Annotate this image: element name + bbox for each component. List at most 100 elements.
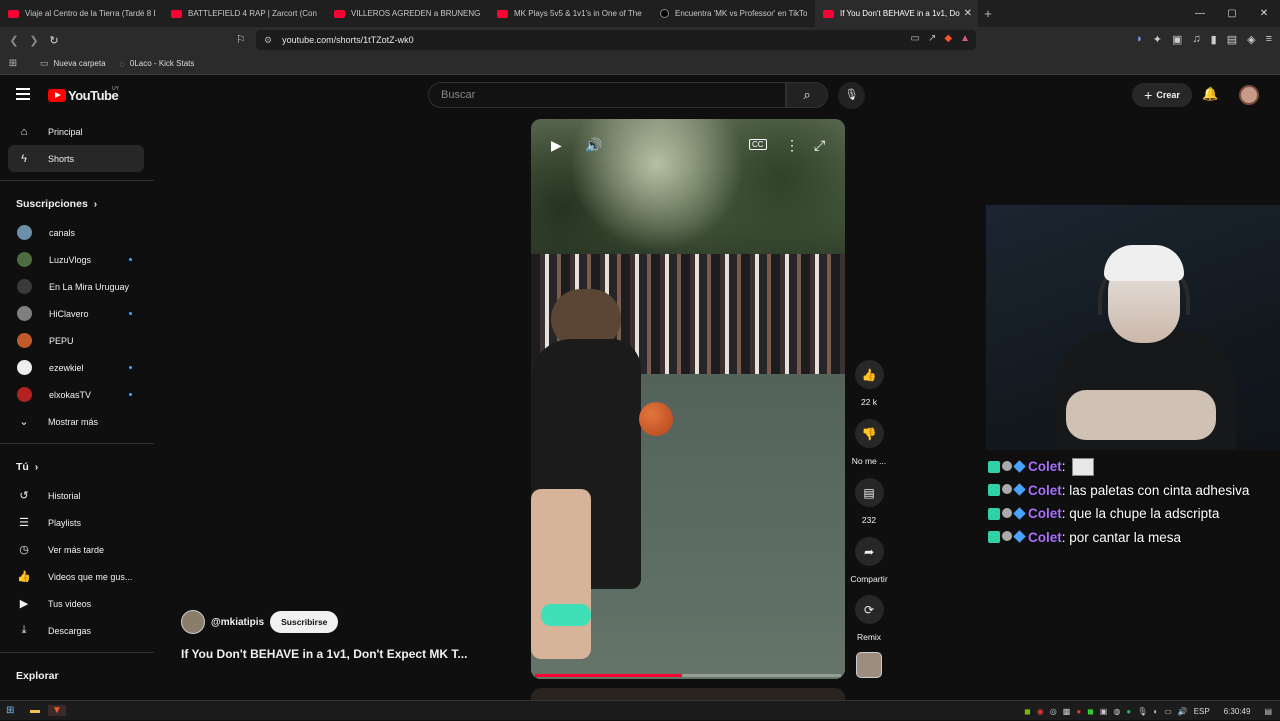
tray-language[interactable]: ESP <box>1194 707 1210 716</box>
sidebar-item-ver-m-s-tarde[interactable]: ◷ Ver más tarde <box>0 536 154 563</box>
short-video-player[interactable]: ▶ 🔊 CC ⋮ ⤢ <box>531 119 845 679</box>
youtube-logo[interactable]: YouTube UY <box>48 86 119 103</box>
action-remix[interactable]: ⟳ Remix <box>846 595 892 642</box>
translate-icon[interactable]: ◗ <box>1136 33 1143 46</box>
comment-icon[interactable]: ▤ <box>854 478 884 507</box>
channel-handle[interactable]: @mkiatipis <box>211 617 264 628</box>
sidebar-item-tus-videos[interactable]: ▶ Tus videos <box>0 590 154 617</box>
browser-tab[interactable]: MK Plays 5v5 & 1v1's in One of The M <box>489 0 652 27</box>
subscription-item[interactable]: LuzuVlogs <box>0 246 154 273</box>
video-progress-bar[interactable] <box>535 674 841 677</box>
brave-browser-icon[interactable]: ▼ <box>48 705 66 716</box>
tray-microphone-icon[interactable]: 🎙 <box>1137 707 1147 716</box>
site-info-icon[interactable]: ⚙ <box>264 35 272 46</box>
url-box[interactable]: ⚙ youtube.com/shorts/1tTZotZ-wk0 ▭ ↗ ◆ ▲ <box>256 30 976 50</box>
apps-grid-icon[interactable]: ⊞ <box>0 58 26 69</box>
close-tab-icon[interactable]: ✕ <box>964 8 972 19</box>
captions-icon[interactable]: CC <box>749 139 767 150</box>
tray-app-icon[interactable]: ◼ <box>1087 707 1094 716</box>
bookmark-icon[interactable]: ⚐ <box>236 33 246 46</box>
browser-tab[interactable]: BATTLEFIELD 4 RAP | Zarcort (Con Pi <box>163 0 326 27</box>
subscription-item[interactable]: En La Mira Uruguay <box>0 273 154 300</box>
tray-network-icon[interactable]: ▭ <box>1164 707 1172 716</box>
notifications-icon[interactable]: ▤ <box>1264 707 1272 716</box>
cast-icon[interactable]: ▭ <box>911 33 920 44</box>
menu-icon[interactable]: ≡ <box>1266 33 1272 46</box>
minimize-button[interactable]: — <box>1184 0 1216 27</box>
action-thumbs-up[interactable]: 👍 22 k <box>846 360 892 407</box>
bookmark-item[interactable]: ▭ Nueva carpeta <box>40 58 106 69</box>
sidebar-item-historial[interactable]: ↺ Historial <box>0 482 154 509</box>
subscribe-button[interactable]: Suscribirse <box>270 611 339 633</box>
share-icon[interactable]: ➦ <box>854 537 884 566</box>
brave-shield-icon[interactable]: ◆ <box>944 33 952 44</box>
back-button[interactable]: ❮ <box>4 34 24 47</box>
share-page-icon[interactable]: ↗ <box>928 33 936 44</box>
subscription-item[interactable]: canals <box>0 219 154 246</box>
next-short-preview[interactable] <box>531 688 845 700</box>
browser-tab[interactable]: Encuentra 'MK vs Professor' en TikTo <box>652 0 815 27</box>
bookmark-item[interactable]: ◌ 0Laco - Kick Stats <box>120 58 195 69</box>
new-tab-button[interactable]: + <box>978 6 998 21</box>
play-icon[interactable]: ▶ <box>551 137 562 154</box>
thumbs-up-icon[interactable]: 👍 <box>854 360 884 389</box>
start-windows-icon[interactable]: ⊞ <box>6 705 22 716</box>
show-more-button[interactable]: ⌄ Mostrar más <box>0 408 154 435</box>
short-title[interactable]: If You Don't BEHAVE in a 1v1, Don't Expe… <box>181 647 467 661</box>
tray-app-icon[interactable]: ◐ <box>1153 707 1158 716</box>
remix-icon[interactable]: ⟳ <box>854 595 884 624</box>
sidebar-item-videos-que-me-gus-[interactable]: 👍 Videos que me gus... <box>0 563 154 590</box>
tray-volume-icon[interactable]: 🔊 <box>1178 707 1188 716</box>
browser-tab[interactable]: Viaje al Centro de la Tierra (Tardé 8 D <box>0 0 163 27</box>
forward-button[interactable]: ❯ <box>24 34 44 47</box>
thumbs-down-icon[interactable]: 👎 <box>854 419 884 448</box>
account-avatar[interactable] <box>1239 85 1259 105</box>
vpn-icon[interactable]: ◈ <box>1247 33 1255 46</box>
sidebar-item-playlists[interactable]: ☰ Playlists <box>0 509 154 536</box>
action-share[interactable]: ➦ Compartir <box>846 537 892 584</box>
brave-rewards-icon[interactable]: ▲ <box>960 33 970 44</box>
tray-app-icon[interactable]: ◍ <box>1113 707 1120 716</box>
action-comment[interactable]: ▤ 232 <box>846 478 892 525</box>
url-text[interactable]: youtube.com/shorts/1tTZotZ-wk0 <box>282 35 414 45</box>
sidebar-item-descargas[interactable]: ⤓ Descargas <box>0 617 154 644</box>
subscription-item[interactable]: elxokasTV <box>0 381 154 408</box>
create-button[interactable]: + Crear <box>1132 83 1192 107</box>
tray-spotify-icon[interactable]: ● <box>1126 707 1131 716</box>
reload-button[interactable]: ↻ <box>44 34 64 47</box>
channel-avatar[interactable] <box>181 610 205 634</box>
search-button[interactable]: ⌕ <box>786 82 828 108</box>
hamburger-menu-icon[interactable] <box>16 88 30 100</box>
sidebar-item-shorts[interactable]: ϟ Shorts <box>8 145 144 172</box>
you-heading[interactable]: Tú › <box>0 452 154 482</box>
screenshot-icon[interactable]: ▣ <box>1172 33 1182 46</box>
maximize-button[interactable]: ▢ <box>1216 0 1248 27</box>
tray-app-icon[interactable]: ▣ <box>1100 707 1108 716</box>
browser-tab[interactable]: VILLEROS AGREDEN a BRUNENGER y <box>326 0 489 27</box>
tray-app-icon[interactable]: ▩ <box>1063 707 1071 716</box>
subscriptions-heading[interactable]: Suscripciones › <box>0 189 154 219</box>
tray-app-icon[interactable]: ◉ <box>1037 707 1044 716</box>
wallet-icon[interactable]: ▤ <box>1227 33 1237 46</box>
tray-record-icon[interactable]: ● <box>1076 707 1081 716</box>
more-options-icon[interactable]: ⋮ <box>785 137 799 154</box>
subscription-item[interactable]: ezewkiel <box>0 354 154 381</box>
browser-tab[interactable]: If You Don't BEHAVE in a 1v1, Do ✕ <box>815 0 978 27</box>
search-input[interactable]: Buscar <box>428 82 786 108</box>
notifications-bell-icon[interactable]: 🔔 <box>1202 86 1218 102</box>
action-thumbs-down[interactable]: 👎 No me ... <box>846 419 892 466</box>
tray-app-icon[interactable]: ◎ <box>1050 707 1057 716</box>
fullscreen-icon[interactable]: ⤢ <box>814 137 825 154</box>
file-explorer-icon[interactable]: ▬ <box>30 705 40 716</box>
sound-thumbnail[interactable] <box>856 652 882 678</box>
extensions-icon[interactable]: ✦ <box>1153 33 1162 46</box>
sidebar-item-principal[interactable]: ⌂ Principal <box>0 118 154 145</box>
subscription-item[interactable]: PEPU <box>0 327 154 354</box>
media-icon[interactable]: ♫ <box>1192 33 1200 46</box>
tray-nvidia-icon[interactable]: ◼ <box>1024 707 1031 716</box>
volume-icon[interactable]: 🔊 <box>585 137 602 154</box>
sidebar-toggle-icon[interactable]: ▮ <box>1211 33 1217 46</box>
voice-search-button[interactable]: 🎙 <box>838 82 865 109</box>
subscription-item[interactable]: HiClavero <box>0 300 154 327</box>
tray-clock[interactable]: 6:30:49 <box>1224 707 1251 716</box>
